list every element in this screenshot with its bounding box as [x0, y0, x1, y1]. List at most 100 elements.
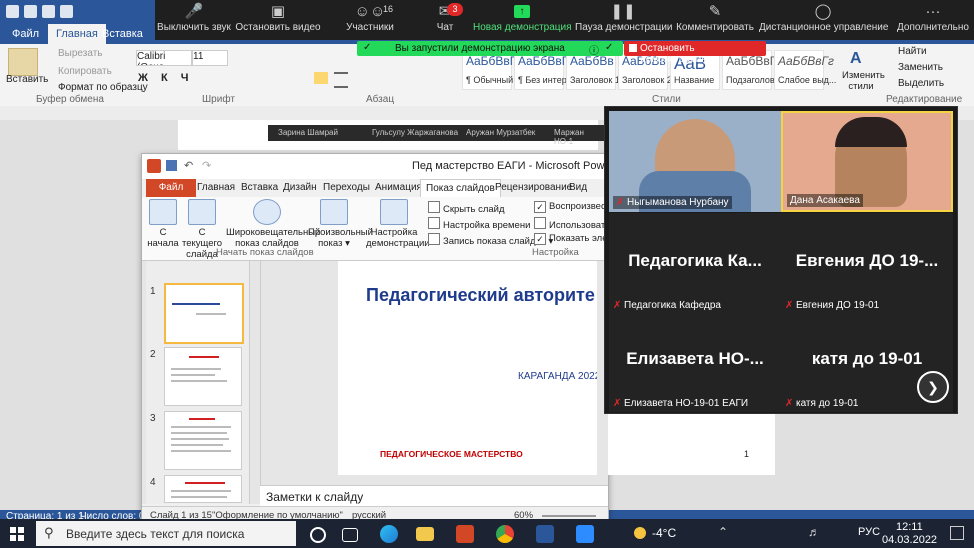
find-button[interactable]: Найти	[898, 46, 927, 57]
participant-name: ✗ Педагогика Кафедра	[613, 300, 721, 311]
shield-icon: ✓	[605, 42, 614, 53]
align-left-icon[interactable]	[314, 72, 328, 84]
thumbs-scrollbar[interactable]	[250, 261, 261, 504]
tab-insert[interactable]: Вставка	[94, 24, 151, 44]
info-icon[interactable]: ⓘ	[589, 42, 599, 57]
participant-tile[interactable]: Евгения ДО 19-... ✗ Евгения ДО 19-01	[781, 213, 953, 314]
undo-icon[interactable]	[42, 5, 55, 18]
chrome-icon[interactable]	[496, 525, 514, 543]
speaker-icon[interactable]: ♬	[808, 525, 820, 539]
more-button[interactable]: ··· Дополнительно	[895, 0, 971, 40]
powerpoint-taskbar-icon[interactable]	[456, 525, 474, 543]
strip-name: Аружан Мурзатбек	[466, 128, 536, 137]
style-no-spacing[interactable]: AaБбВвГг, ¶ Без интер...	[514, 50, 575, 90]
paste-icon[interactable]	[8, 48, 38, 76]
video-tile-active-speaker[interactable]: Дана Асакаева	[781, 111, 953, 212]
copy-button[interactable]: Копировать	[58, 66, 112, 77]
show-hidden-icons-icon[interactable]: ⌃	[718, 525, 728, 539]
sharing-banner-text: Вы запустили демонстрацию экрана	[395, 43, 565, 54]
participant-tile[interactable]: Педагогика Ка... ✗ Педагогика Кафедра	[609, 213, 781, 314]
globe-icon	[253, 199, 281, 225]
format-painter-button[interactable]: Формат по образцу	[58, 82, 148, 93]
undo-icon[interactable]: ↶	[184, 159, 193, 172]
font-name-select[interactable]: Calibri (Осно	[136, 50, 192, 66]
setup-group-label: Настройка	[532, 247, 579, 258]
slide-notes[interactable]: Заметки к слайду	[260, 485, 608, 506]
annotate-button[interactable]: ✎ Комментировать	[675, 0, 755, 40]
zoom-slider[interactable]	[542, 515, 596, 517]
pause-share-button[interactable]: ❚❚ Пауза демонстрации	[575, 0, 673, 40]
stop-share-button[interactable]: Остановить демонстрацию	[624, 41, 766, 65]
tab-insert[interactable]: Вставка	[236, 179, 283, 197]
taskbar-search-box[interactable]: ⚲ Введите здесь текст для поиска	[36, 521, 296, 546]
ppt-ribbon-tabs: Файл Главная Вставка Дизайн Переходы Ани…	[142, 179, 608, 198]
style-subtle-emphasis[interactable]: AaБбВвГг Слабое выд...	[774, 50, 836, 90]
hide-slide-button[interactable]: Скрыть слайд	[428, 201, 505, 215]
weather-temperature[interactable]: -4°C	[652, 526, 676, 540]
video-tile[interactable]: ✗ Ныгыманова Нурбану	[609, 111, 781, 212]
pin-icon: ✓	[363, 42, 372, 53]
tab-design[interactable]: Дизайн	[278, 179, 322, 197]
font-format-buttons[interactable]: Ж К Ч	[138, 72, 194, 84]
participant-display-name: катя до 19-01	[811, 349, 923, 368]
search-placeholder: Введите здесь текст для поиска	[66, 527, 245, 541]
replace-button[interactable]: Заменить	[898, 62, 943, 73]
custom-show-button[interactable]: Произвольный показ ▾	[308, 199, 373, 249]
change-styles-button[interactable]: Изменить стили	[842, 70, 885, 92]
next-page-button[interactable]: ❯	[917, 371, 949, 403]
stop-share-label: Остановить демонстрацию	[640, 43, 709, 65]
tab-slide-show[interactable]: Показ слайдов	[420, 179, 501, 198]
custom-show-icon	[320, 199, 348, 225]
redo-icon[interactable]	[60, 5, 73, 18]
file-explorer-icon[interactable]	[416, 527, 434, 541]
input-language[interactable]: РУС	[858, 526, 880, 538]
clock-time[interactable]: 12:11	[896, 521, 923, 533]
slide-thumbnail[interactable]	[164, 283, 244, 344]
word-taskbar-icon[interactable]	[536, 525, 554, 543]
slide-thumbnail[interactable]	[164, 475, 242, 503]
align-center-icon[interactable]	[334, 72, 348, 88]
mute-button[interactable]: 🎤 Выключить звук	[155, 0, 233, 40]
clock-date[interactable]: 04.03.2022	[882, 534, 937, 546]
save-icon[interactable]	[166, 160, 177, 171]
redo-icon[interactable]: ↷	[202, 159, 211, 172]
font-size-select[interactable]: 11	[192, 50, 228, 66]
ppt-ribbon: С начала С текущего слайда Широковещател…	[142, 197, 619, 261]
tab-animation[interactable]: Анимация	[370, 179, 427, 197]
tab-view[interactable]: Вид	[564, 179, 592, 197]
stop-video-button[interactable]: ▣ Остановить видео	[233, 0, 323, 40]
notifications-icon[interactable]	[950, 526, 964, 540]
participant-name: ✗ Елизавета НО-19-01 ЕАГИ	[613, 398, 749, 409]
rehearse-timings-button[interactable]: Настройка времени	[428, 217, 530, 231]
tab-file[interactable]: Файл	[4, 24, 47, 44]
style-normal[interactable]: AaБбВвГг, ¶ Обычный	[462, 50, 523, 90]
cut-button[interactable]: Вырезать	[58, 48, 102, 59]
checkbox-checked-icon: ✓	[534, 201, 546, 213]
participant-tile[interactable]: Елизавета НО-... ✗ Елизавета НО-19-01 ЕАГ…	[609, 311, 781, 412]
annotate-icon: ✎	[708, 3, 722, 20]
slide-thumbnail[interactable]	[164, 411, 242, 470]
weather-icon[interactable]	[634, 527, 646, 539]
thumb-number: 1	[150, 286, 156, 297]
save-icon[interactable]	[24, 5, 37, 18]
tab-home[interactable]: Главная	[192, 179, 240, 197]
cortana-icon[interactable]	[310, 527, 326, 543]
from-start-button[interactable]: С начала	[144, 199, 182, 249]
change-styles-icon[interactable]: A	[850, 50, 870, 68]
remote-control-button[interactable]: ◯ Дистанционное управление	[759, 0, 888, 40]
tab-file[interactable]: Файл	[146, 179, 196, 197]
broadcast-button[interactable]: Широковещательный показ слайдов	[226, 199, 320, 249]
windows-start-icon[interactable]	[10, 527, 24, 541]
setup-show-button[interactable]: Настройка демонстрации	[366, 199, 430, 249]
slide-thumbnail[interactable]	[164, 347, 242, 406]
paste-button[interactable]: Вставить	[6, 74, 48, 85]
tab-transitions[interactable]: Переходы	[318, 179, 375, 197]
chat-button[interactable]: ✉ 3 Чат	[419, 0, 471, 40]
select-button[interactable]: Выделить	[898, 78, 944, 89]
sharing-banner[interactable]: ✓ Вы запустили демонстрацию экрана ⓘ ✓	[357, 41, 623, 57]
task-view-icon[interactable]	[342, 528, 358, 542]
edge-browser-icon[interactable]	[380, 525, 398, 543]
participants-button[interactable]: ☺☺ 16 Участники	[335, 0, 405, 40]
new-share-button[interactable]: ↑ Новая демонстрация	[473, 0, 572, 40]
zoom-taskbar-icon[interactable]	[576, 525, 594, 543]
